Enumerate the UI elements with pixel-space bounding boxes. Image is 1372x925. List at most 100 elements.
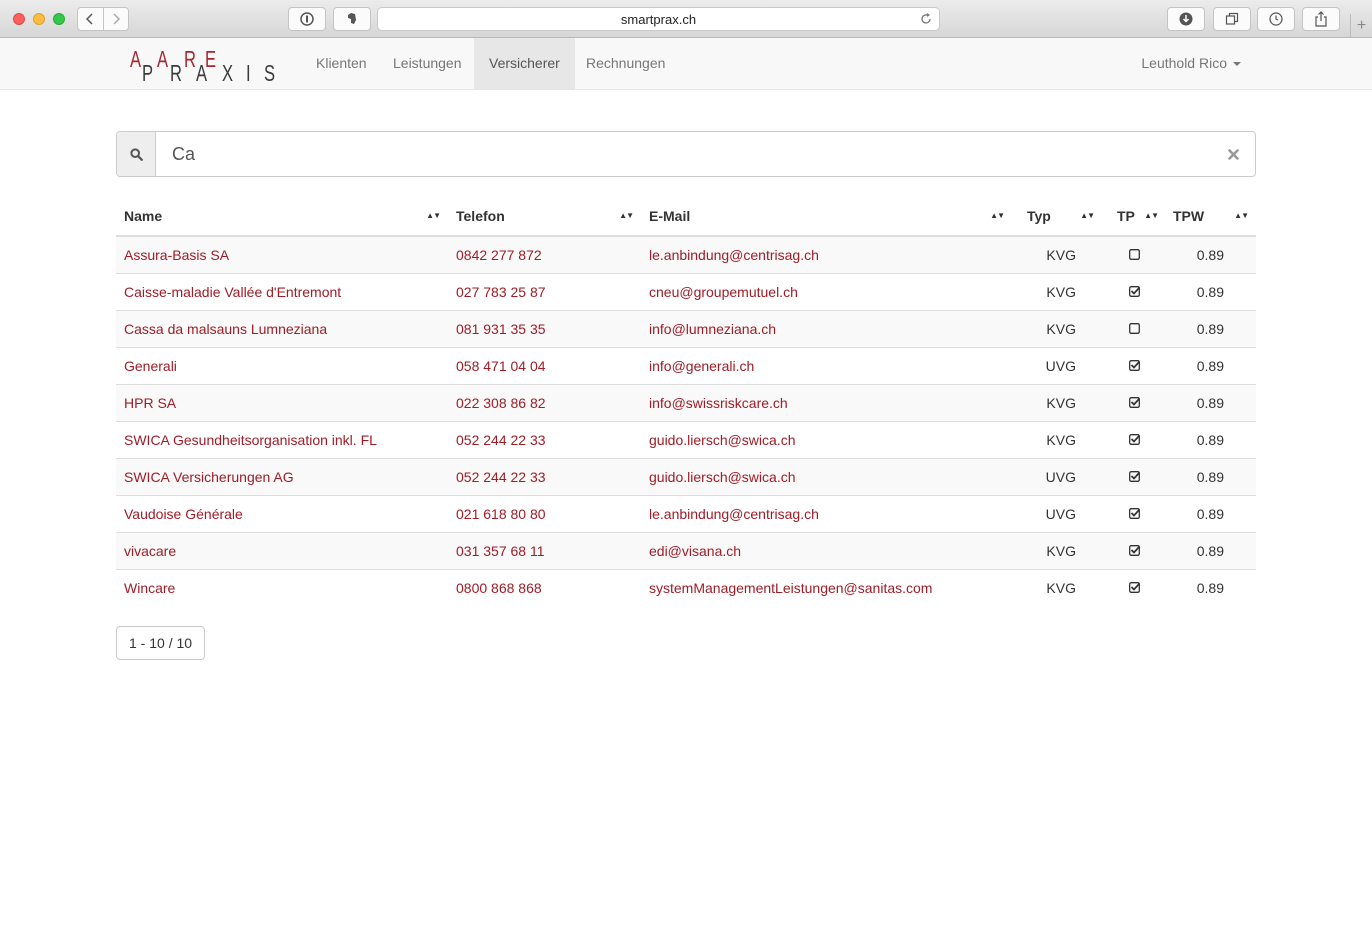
table-row[interactable]: SWICA Versicherungen AG 052 244 22 33 guid… [116, 457, 1256, 495]
phone-link[interactable]: 0842 277 872 [448, 236, 641, 273]
insurance-type: UVG [1012, 494, 1102, 532]
column-header-tpw[interactable]: TPW ▲▼ [1166, 196, 1256, 237]
table-row[interactable]: Wincare 0800 868 868 systemManagementLeist… [116, 568, 1256, 606]
user-menu[interactable]: Leuthold Rico [1141, 38, 1241, 89]
table-row[interactable]: vivacare 031 357 68 11 edi@visana.ch KVG 0.8… [116, 531, 1256, 569]
password-manager-button[interactable] [288, 7, 326, 31]
table-row[interactable]: Cassa da malsauns Lumneziana 081 931 35 3… [116, 309, 1256, 347]
search-icon [129, 147, 143, 161]
column-header-email[interactable]: E-Mail ▲▼ [641, 196, 1012, 237]
insurer-name-link[interactable]: Assura-Basis SA [116, 236, 448, 273]
insurance-type: KVG [1046, 246, 1076, 263]
nav-item-klienten[interactable]: Klienten [301, 38, 382, 89]
table-row[interactable]: Assura-Basis SA 0842 277 872 le.anbindung@… [116, 236, 1256, 273]
email-link[interactable]: le.anbindung@centrisag.ch [641, 494, 1012, 532]
address-bar[interactable]: smartprax.ch [377, 7, 940, 31]
downloads-button[interactable] [1167, 7, 1205, 31]
new-tab-button[interactable]: + [1350, 14, 1372, 38]
evernote-button[interactable] [333, 7, 371, 31]
phone-link[interactable]: 058 471 04 04 [448, 346, 641, 384]
sort-icon: ▲▼ [1234, 211, 1249, 220]
insurer-name-link[interactable]: vivacare [116, 531, 448, 569]
download-icon [1179, 12, 1193, 26]
email-link[interactable]: systemManagementLeistungen@sanitas.com [641, 568, 1012, 606]
search-addon [117, 132, 156, 176]
phone-link[interactable]: 022 308 86 82 [448, 383, 641, 421]
apraxis-logo[interactable]: A A R E P R A X I S [130, 46, 280, 86]
phone-link[interactable]: 081 931 35 35 [448, 309, 641, 347]
email-link[interactable]: guido.liersch@swica.ch [641, 420, 1012, 458]
column-header-telefon[interactable]: Telefon ▲▼ [448, 196, 641, 237]
minimize-window-button[interactable] [33, 13, 45, 25]
insurers-table: Name ▲▼ Telefon ▲▼ E-Mail ▲▼ Typ ▲▼ TP ▲▼ TPW… [116, 196, 1256, 606]
insurer-name-link[interactable]: HPR SA [116, 383, 448, 421]
table-row[interactable]: SWICA Gesundheitsorganisation inkl. FL 05… [116, 420, 1256, 458]
phone-link[interactable]: 0800 868 868 [448, 568, 641, 606]
insurer-name-link[interactable]: Cassa da malsauns Lumneziana [116, 309, 448, 347]
forward-button[interactable] [102, 8, 128, 30]
insurance-type: KVG [1012, 568, 1102, 606]
share-button[interactable] [1302, 7, 1340, 31]
column-header-tp[interactable]: TP ▲▼ [1102, 196, 1166, 237]
phone-link[interactable]: 052 244 22 33 [448, 457, 641, 495]
email-link[interactable]: guido.liersch@swica.ch [641, 457, 1012, 495]
phone-link[interactable]: 031 357 68 11 [448, 531, 641, 569]
email-link[interactable]: info@lumneziana.ch [641, 309, 1012, 347]
nav-item-rechnungen[interactable]: Rechnungen [571, 38, 680, 89]
email-link[interactable]: edi@visana.ch [641, 531, 1012, 569]
logo-letter: A [157, 46, 169, 72]
insurance-type: UVG [1012, 457, 1102, 495]
insurer-name-link[interactable]: Caisse-maladie Vallée d'Entremont [116, 272, 448, 310]
email-link[interactable]: info@swissriskcare.ch [641, 383, 1012, 421]
logo-letter: I [246, 60, 251, 86]
table-row[interactable]: HPR SA 022 308 86 82 info@swissriskcare.ch… [116, 383, 1256, 421]
phone-link[interactable]: 021 618 80 80 [448, 494, 641, 532]
tpw-value: 0.89 [1166, 346, 1256, 384]
email-link[interactable]: info@generali.ch [641, 346, 1012, 384]
logo-letter: R [170, 60, 182, 86]
tpw-value: 0.89 [1166, 494, 1256, 532]
header-label: TP [1117, 207, 1135, 224]
back-button[interactable] [78, 8, 103, 30]
table-row[interactable]: Generali 058 471 04 04 info@generali.ch UVG… [116, 346, 1256, 384]
nav-item-versicherer[interactable]: Versicherer [474, 38, 575, 89]
share-icon [1315, 11, 1327, 27]
email-link[interactable]: le.anbindung@centrisag.ch [641, 236, 1012, 273]
table-header-row: Name ▲▼ Telefon ▲▼ E-Mail ▲▼ Typ ▲▼ TP ▲▼ TPW… [116, 196, 1256, 237]
tpw-value: 0.89 [1166, 309, 1256, 347]
evernote-icon [348, 13, 356, 24]
table-row[interactable]: Caisse-maladie Vallée d'Entremont 027 783… [116, 272, 1256, 310]
clear-search-button[interactable] [1211, 132, 1255, 176]
insurer-name-link[interactable]: Generali [116, 346, 448, 384]
logo-letter: S [264, 60, 276, 86]
browser-toolbar: smartprax.ch + [0, 0, 1372, 38]
pagination-info[interactable]: 1 - 10 / 10 [116, 626, 206, 660]
insurer-name-link[interactable]: SWICA Gesundheitsorganisation inkl. FL [116, 420, 448, 458]
phone-link[interactable]: 027 783 25 87 [448, 272, 641, 310]
nav-item-leistungen[interactable]: Leistungen [378, 38, 477, 89]
checkbox-checked-icon [1102, 346, 1166, 384]
insurance-type: KVG [1012, 383, 1102, 421]
header-label: Telefon [456, 207, 505, 224]
column-header-typ[interactable]: Typ ▲▼ [1012, 196, 1102, 237]
insurer-name-link[interactable]: SWICA Versicherungen AG [116, 457, 448, 495]
reload-icon[interactable] [919, 12, 933, 29]
tabs-overview-button[interactable] [1213, 7, 1251, 31]
tpw-value: 0.89 [1166, 383, 1256, 421]
zoom-window-button[interactable] [53, 13, 65, 25]
column-header-name[interactable]: Name ▲▼ [116, 196, 448, 237]
table-row[interactable]: Vaudoise Générale 021 618 80 80 le.anbindu… [116, 494, 1256, 532]
search-input[interactable] [156, 132, 1211, 176]
history-button[interactable] [1257, 7, 1295, 31]
logo-letter: A [130, 46, 142, 72]
tpw-value: 0.89 [1166, 568, 1256, 606]
email-link[interactable]: cneu@groupemutuel.ch [641, 272, 1012, 310]
tabs-icon [1225, 12, 1239, 25]
tpw-value: 0.89 [1166, 457, 1256, 495]
insurer-name-link[interactable]: Vaudoise Générale [116, 494, 448, 532]
phone-link[interactable]: 052 244 22 33 [448, 420, 641, 458]
insurer-name-link[interactable]: Wincare [116, 568, 448, 606]
chevron-left-icon [86, 13, 94, 25]
close-window-button[interactable] [13, 13, 25, 25]
checkbox-checked-icon [1102, 568, 1166, 606]
